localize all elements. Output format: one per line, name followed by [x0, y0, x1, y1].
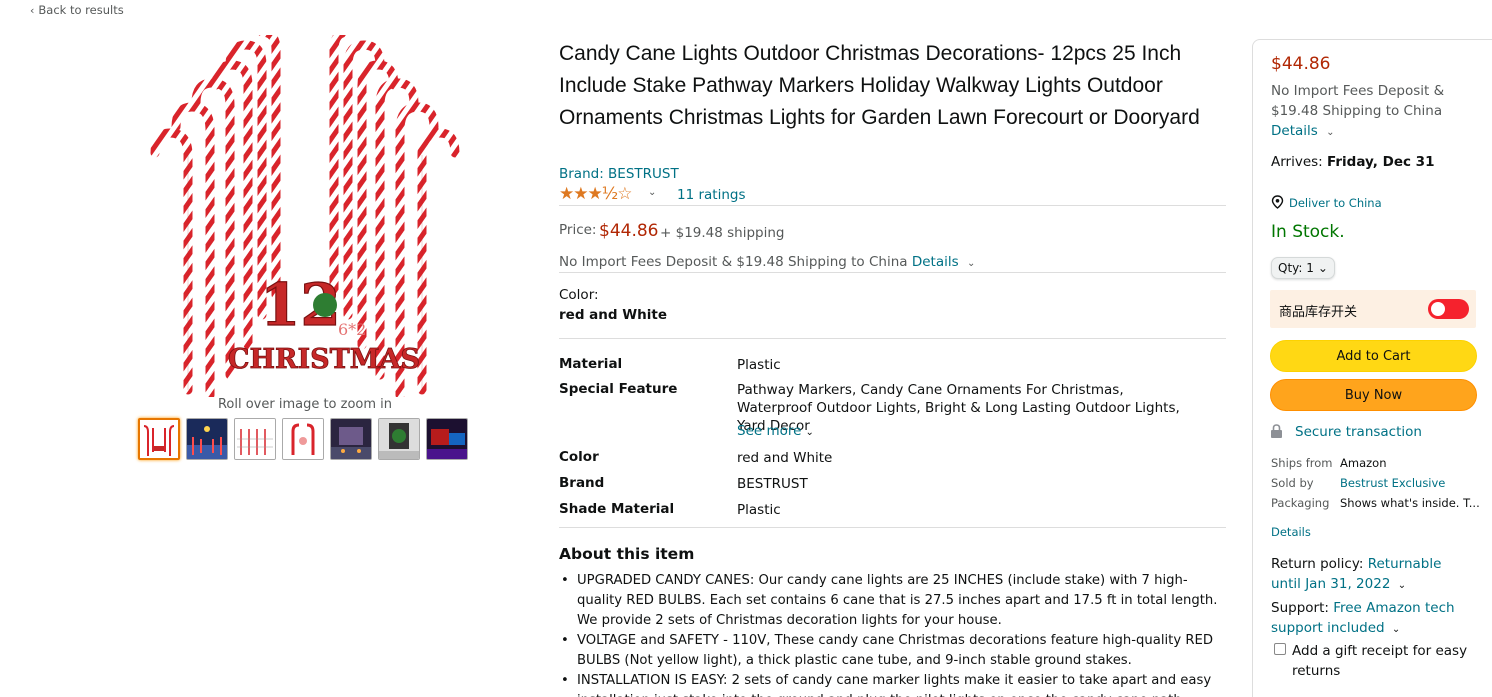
spec-key: Brand [559, 475, 605, 491]
import-fees-text: No Import Fees Deposit & $19.48 Shipping… [559, 254, 975, 270]
buybox-details-link[interactable]: Details [1271, 123, 1318, 139]
spec-key: Material [559, 356, 623, 372]
spec-value: red and White [737, 450, 833, 466]
list-item: INSTALLATION IS EASY: 2 sets of candy ca… [559, 671, 1229, 697]
return-policy: Return policy: Returnable until Jan 31, … [1271, 554, 1471, 596]
stock-status: In Stock. [1271, 222, 1345, 242]
color-value: red and White [559, 307, 667, 323]
chevron-left-icon: ‹ [30, 4, 35, 17]
ships-from-label: Ships from [1271, 456, 1333, 470]
import-fees-label: No Import Fees Deposit & $19.48 Shipping… [559, 254, 908, 270]
ratings-count-link[interactable]: 11 ratings [677, 187, 746, 203]
spec-row-color: Color red and White [559, 449, 1226, 469]
spec-key: Color [559, 449, 599, 465]
chevron-down-icon[interactable]: ⌄ [1392, 624, 1400, 635]
seller-link[interactable]: Bestrust Exclusive [1340, 476, 1480, 490]
brand-link[interactable]: Brand: BESTRUST [559, 166, 679, 182]
details-link[interactable]: Details [1271, 525, 1311, 539]
list-item: UPGRADED CANDY CANES: Our candy cane lig… [559, 571, 1229, 631]
packaging-value: Shows what's inside. T... [1340, 496, 1480, 510]
arrives-label: Arrives: [1271, 154, 1323, 170]
chevron-down-icon: ⌄ [805, 427, 814, 438]
buy-now-button[interactable]: Buy Now [1270, 379, 1477, 411]
deliver-to-link[interactable]: Deliver to China [1271, 195, 1382, 210]
chevron-down-icon[interactable]: ⌄ [1398, 580, 1406, 591]
spec-row-brand: Brand BESTRUST [559, 475, 1226, 495]
buybox-price: $44.86 [1271, 54, 1331, 74]
thumbnail-6[interactable] [378, 418, 420, 460]
arrival-info: Arrives: Friday, Dec 31 [1271, 154, 1434, 170]
list-item: VOLTAGE and SAFETY - 110V, These candy c… [559, 631, 1229, 671]
inventory-toggle-switch[interactable] [1428, 299, 1469, 319]
spec-value: BESTRUST [737, 476, 808, 492]
add-to-cart-button[interactable]: Add to Cart [1270, 340, 1477, 372]
back-label: Back to results [38, 3, 124, 17]
thumbnail-1[interactable] [138, 418, 180, 460]
product-main-image[interactable]: 12 6*2 CHRISTMAS [120, 27, 490, 400]
deliver-to-label: Deliver to China [1289, 196, 1382, 210]
spec-value: Plastic [737, 502, 781, 518]
see-more-label: See more [737, 423, 802, 439]
quantity-label: Qty: 1 [1278, 261, 1314, 275]
chevron-down-icon[interactable]: ⌄ [1326, 127, 1334, 138]
gift-receipt-option[interactable]: Add a gift receipt for easy returns [1274, 641, 1474, 681]
back-to-results-link[interactable]: ‹ Back to results [30, 3, 124, 17]
ships-from-value: Amazon [1340, 456, 1387, 470]
arrives-date: Friday, Dec 31 [1327, 154, 1435, 170]
divider [559, 205, 1226, 206]
location-pin-icon [1271, 195, 1284, 209]
buybox-import-text: No Import Fees Deposit & $19.48 Shipping… [1271, 81, 1471, 143]
quantity-select[interactable]: Qty: 1 ⌄ [1271, 257, 1335, 279]
shipping-cost: + $19.48 shipping [660, 225, 785, 241]
thumbnail-strip [138, 418, 468, 460]
divider [559, 272, 1226, 273]
about-heading: About this item [559, 545, 695, 563]
buybox-import-label: No Import Fees Deposit & $19.48 Shipping… [1271, 83, 1445, 119]
import-details-link[interactable]: Details [912, 254, 959, 270]
zoom-hint: Roll over image to zoom in [217, 397, 393, 412]
color-label: Color: [559, 287, 599, 303]
inventory-toggle-label: 商品库存开关 [1279, 305, 1358, 320]
spec-row-special-feature: Special Feature Pathway Markers, Candy C… [559, 381, 1226, 441]
spec-key: Special Feature [559, 381, 678, 397]
see-more-link[interactable]: See more ⌄ [737, 423, 837, 443]
chevron-down-icon[interactable]: ⌄ [967, 258, 975, 269]
thumbnail-2[interactable] [186, 418, 228, 460]
hero-word: CHRISTMAS [228, 344, 420, 375]
support-label: Support: [1271, 600, 1329, 616]
thumbnail-3[interactable] [234, 418, 276, 460]
toggle-knob [1431, 302, 1445, 316]
sold-by-label: Sold by [1271, 476, 1314, 490]
spec-row-shade-material: Shade Material Plastic [559, 501, 1226, 521]
candy-cane-image: 12 6*2 CHRISTMAS [150, 27, 460, 400]
price-value: $44.86 [599, 221, 659, 241]
price-label: Price: [559, 222, 597, 238]
chevron-down-icon: ⌄ [1317, 261, 1328, 275]
about-bullets: UPGRADED CANDY CANES: Our candy cane lig… [559, 571, 1229, 697]
lock-icon [1270, 424, 1283, 443]
support-info: Support: Free Amazon tech support includ… [1271, 598, 1471, 640]
hero-sub: 6*2 [338, 320, 366, 339]
thumbnail-7[interactable] [426, 418, 468, 460]
secure-transaction-link[interactable]: Secure transaction [1295, 424, 1422, 440]
thumbnail-5[interactable] [330, 418, 372, 460]
thumbnail-4[interactable] [282, 418, 324, 460]
spec-key: Shade Material [559, 501, 675, 517]
divider [559, 527, 1226, 528]
return-policy-label: Return policy: [1271, 556, 1364, 572]
spec-value: Plastic [737, 357, 781, 373]
chevron-down-icon[interactable]: ⌄ [648, 187, 656, 198]
spec-row-material: Material Plastic [559, 356, 1226, 376]
star-rating-icon[interactable]: ★★★½☆ [559, 184, 632, 204]
product-title: Candy Cane Lights Outdoor Christmas Deco… [559, 42, 1200, 129]
divider [559, 338, 1226, 339]
gift-receipt-checkbox[interactable] [1274, 643, 1286, 655]
gift-receipt-label: Add a gift receipt for easy returns [1292, 643, 1468, 679]
packaging-label: Packaging [1271, 496, 1330, 510]
